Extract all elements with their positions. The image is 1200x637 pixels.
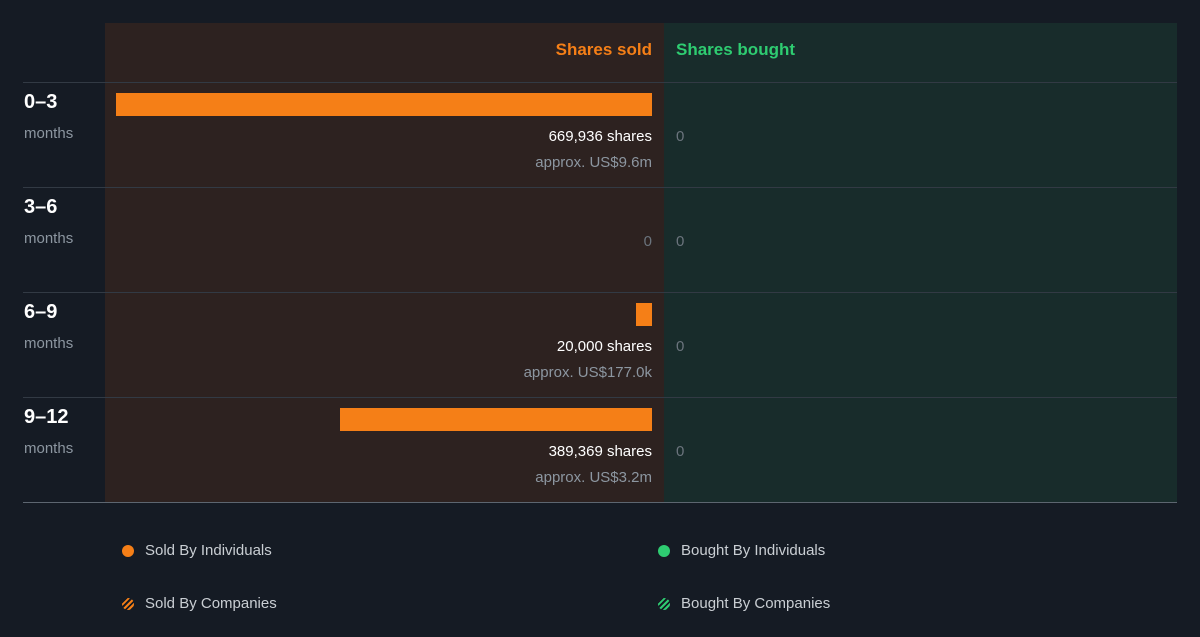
period-unit-label: months: [24, 440, 74, 457]
legend-label: Sold By Individuals: [145, 542, 272, 559]
period-row: 6–9 months 20,000 shares approx. US$177.0k 0: [0, 292, 1200, 397]
legend-dot-icon: [122, 544, 134, 557]
legend-dot-icon: [658, 544, 670, 557]
header-shares-bought: Shares bought: [676, 40, 796, 59]
sold-shares-label: 389,369 shares: [548, 443, 652, 460]
legend-label: Sold By Companies: [145, 595, 277, 612]
legend-label: Bought By Companies: [681, 595, 831, 612]
legend-item: Bought By Individuals: [658, 542, 825, 559]
legend-item: Sold By Companies: [122, 595, 277, 612]
sold-bar[interactable]: [636, 303, 652, 326]
legend-striped-icon: [122, 597, 134, 610]
legend-item: Sold By Individuals: [122, 542, 272, 559]
legend-item: Bought By Companies: [658, 595, 830, 612]
period-row: 9–12 months 389,369 shares approx. US$3.2m 0: [0, 397, 1200, 502]
period-unit-label: months: [24, 230, 74, 247]
bought-zero-label: 0: [676, 128, 685, 145]
period-label: 6–9: [24, 301, 58, 323]
legend-label: Bought By Individuals: [681, 542, 826, 559]
sold-bar[interactable]: [340, 408, 652, 431]
period-label: 3–6: [24, 196, 58, 218]
sold-shares-label: 20,000 shares: [556, 338, 652, 355]
period-label: 0–3: [24, 91, 58, 113]
period-unit-label: months: [24, 125, 74, 142]
sold-bar[interactable]: [116, 93, 652, 116]
row-divider: [23, 502, 1177, 503]
header-shares-sold: Shares sold: [555, 40, 652, 59]
sold-value-label: approx. US$9.6m: [535, 154, 652, 171]
bought-zero-label: 0: [676, 338, 685, 355]
legend-striped-icon: [658, 597, 670, 610]
sold-value-label: approx. US$177.0k: [523, 364, 652, 381]
sold-shares-label: 669,936 shares: [548, 128, 652, 145]
period-unit-label: months: [24, 335, 74, 352]
period-row: 3–6 months 0 0: [0, 187, 1200, 292]
bought-zero-label: 0: [676, 233, 685, 250]
sold-zero-label: 0: [643, 233, 652, 250]
period-label: 9–12: [24, 406, 69, 428]
sold-value-label: approx. US$3.2m: [535, 469, 652, 486]
period-row: 0–3 months 669,936 shares approx. US$9.6m 0: [0, 82, 1200, 187]
bought-zero-label: 0: [676, 443, 685, 460]
